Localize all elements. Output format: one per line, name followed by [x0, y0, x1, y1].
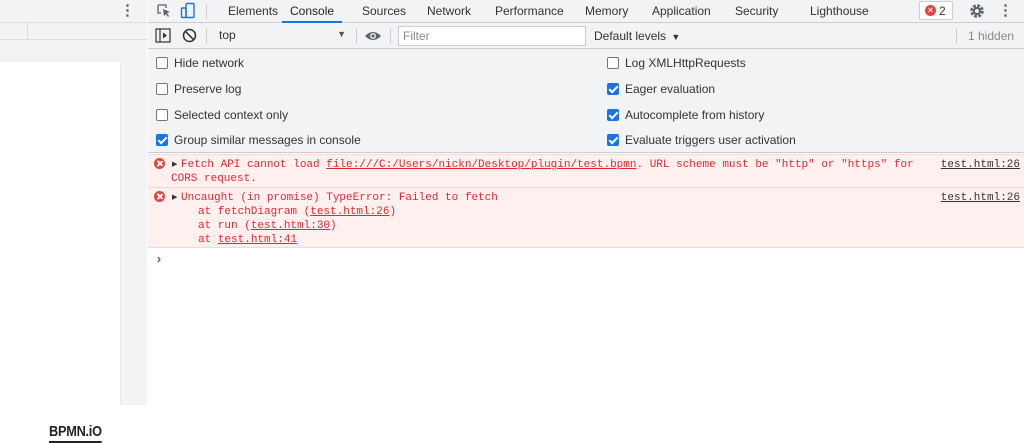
toolbar-separator: [356, 28, 357, 44]
stack-link[interactable]: test.html:30: [251, 220, 330, 232]
page-strip: [0, 23, 147, 40]
filter-input[interactable]: [398, 26, 586, 46]
tab-console[interactable]: Console: [282, 0, 343, 23]
stack-text: ): [389, 206, 397, 218]
message-source-link[interactable]: test.html:26: [941, 191, 1020, 205]
toolbar-separator: [390, 28, 391, 44]
tab-application[interactable]: Application: [652, 0, 711, 23]
inspect-element-icon[interactable]: [156, 2, 172, 20]
error-icon: [154, 158, 165, 169]
show-console-sidebar-icon[interactable]: [155, 28, 171, 43]
hidden-messages-count: 1 hidden: [968, 29, 1015, 43]
log-levels-label: Default levels: [594, 29, 667, 43]
tab-separator: [206, 4, 207, 19]
console-toolbar: top ▼ Default levels ▼ 1 hidden: [148, 23, 1024, 49]
dropdown-arrow-icon: ▼: [671, 32, 681, 42]
console-error-message[interactable]: ▶ Fetch API cannot load file:///C:/Users…: [148, 154, 1024, 188]
tab-lighthouse[interactable]: Lighthouse: [810, 0, 869, 23]
checkbox-group-similar[interactable]: [156, 134, 168, 146]
inspected-page: ⋮ BPMN.iO: [0, 0, 147, 443]
checkbox-log-xhr[interactable]: [607, 57, 619, 69]
error-count: 2: [939, 4, 946, 18]
option-label: Autocomplete from history: [625, 108, 765, 122]
page-canvas[interactable]: BPMN.iO: [0, 62, 121, 443]
option-label: Hide network: [174, 56, 245, 70]
console-messages: ▶ Fetch API cannot load file:///C:/Users…: [148, 154, 1024, 405]
option-label: Preserve log: [174, 82, 242, 96]
option-label: Log XMLHttpRequests: [625, 56, 746, 70]
more-options-icon[interactable]: ⋮: [998, 1, 1013, 21]
devtools-panel: Elements Console Sources Network Perform…: [148, 0, 1024, 405]
message-text-continuation: CORS request.: [171, 173, 257, 185]
stack-frame: at run (test.html:30): [198, 219, 337, 233]
stack-link[interactable]: test.html:41: [218, 234, 297, 246]
stack-text: at: [198, 234, 218, 246]
checkbox-hide-network[interactable]: [156, 57, 168, 69]
console-error-message[interactable]: ▶ Uncaught (in promise) TypeError: Faile…: [148, 188, 1024, 248]
page-strip-divider: [27, 23, 28, 40]
toolbar-separator: [956, 28, 957, 44]
context-value: top: [219, 28, 236, 42]
stack-frame: at test.html:41: [198, 233, 297, 247]
message-text: Fetch API cannot load file:///C:/Users/n…: [181, 158, 914, 172]
tab-elements[interactable]: Elements: [228, 0, 278, 23]
option-label: Eager evaluation: [625, 82, 716, 96]
clear-console-icon[interactable]: [182, 28, 197, 43]
expand-triangle-icon[interactable]: ▶: [172, 158, 177, 172]
tab-performance[interactable]: Performance: [495, 0, 564, 23]
live-expression-eye-icon[interactable]: [364, 29, 382, 43]
stack-text: ): [330, 220, 337, 232]
message-link[interactable]: file:///C:/Users/nickn/Desktop/plugin/te…: [326, 159, 636, 171]
expand-triangle-icon[interactable]: ▶: [172, 191, 177, 205]
dropdown-arrow-icon: ▼: [337, 29, 346, 39]
page-side-area: [121, 62, 147, 405]
stack-link[interactable]: test.html:26: [310, 206, 389, 218]
tab-network[interactable]: Network: [427, 0, 471, 23]
console-prompt-chevron-icon[interactable]: ›: [155, 252, 163, 267]
settings-gear-icon[interactable]: [968, 2, 986, 20]
console-settings-pane: Hide network Preserve log Selected conte…: [148, 49, 1024, 153]
error-count-icon: ×: [925, 5, 936, 16]
message-source-link[interactable]: test.html:26: [941, 158, 1020, 172]
checkbox-preserve-log[interactable]: [156, 83, 168, 95]
log-levels-dropdown[interactable]: Default levels ▼: [594, 26, 704, 46]
devtools-tabbar: Elements Console Sources Network Perform…: [148, 0, 1024, 23]
page-more-icon[interactable]: ⋮: [120, 2, 135, 20]
bpmn-logo[interactable]: BPMN.iO: [49, 424, 102, 443]
message-text-part: Fetch API cannot load: [181, 159, 327, 171]
page-topbar: ⋮: [0, 0, 147, 23]
checkbox-eager-evaluation[interactable]: [607, 83, 619, 95]
context-selector[interactable]: top ▼: [214, 26, 352, 46]
message-text-part: . URL scheme must be "http" or "https" f…: [636, 159, 914, 171]
checkbox-selected-context[interactable]: [156, 109, 168, 121]
toolbar-separator: [206, 28, 207, 44]
checkbox-autocomplete-history[interactable]: [607, 109, 619, 121]
message-text: Uncaught (in promise) TypeError: Failed …: [181, 192, 498, 204]
tab-sources[interactable]: Sources: [362, 0, 406, 23]
checkbox-evaluate-triggers[interactable]: [607, 134, 619, 146]
option-label: Evaluate triggers user activation: [625, 133, 796, 147]
option-label: Selected context only: [174, 108, 289, 122]
tab-memory[interactable]: Memory: [585, 0, 628, 23]
page-gray-band: [0, 40, 147, 62]
option-label: Group similar messages in console: [174, 133, 361, 147]
stack-text: at run (: [198, 220, 251, 232]
tab-security[interactable]: Security: [735, 0, 778, 23]
device-toolbar-icon[interactable]: [180, 2, 196, 20]
error-icon: [154, 191, 165, 202]
stack-frame: at fetchDiagram (test.html:26): [198, 205, 396, 219]
stack-text: at fetchDiagram (: [198, 206, 311, 218]
error-count-badge[interactable]: × 2: [919, 1, 953, 20]
